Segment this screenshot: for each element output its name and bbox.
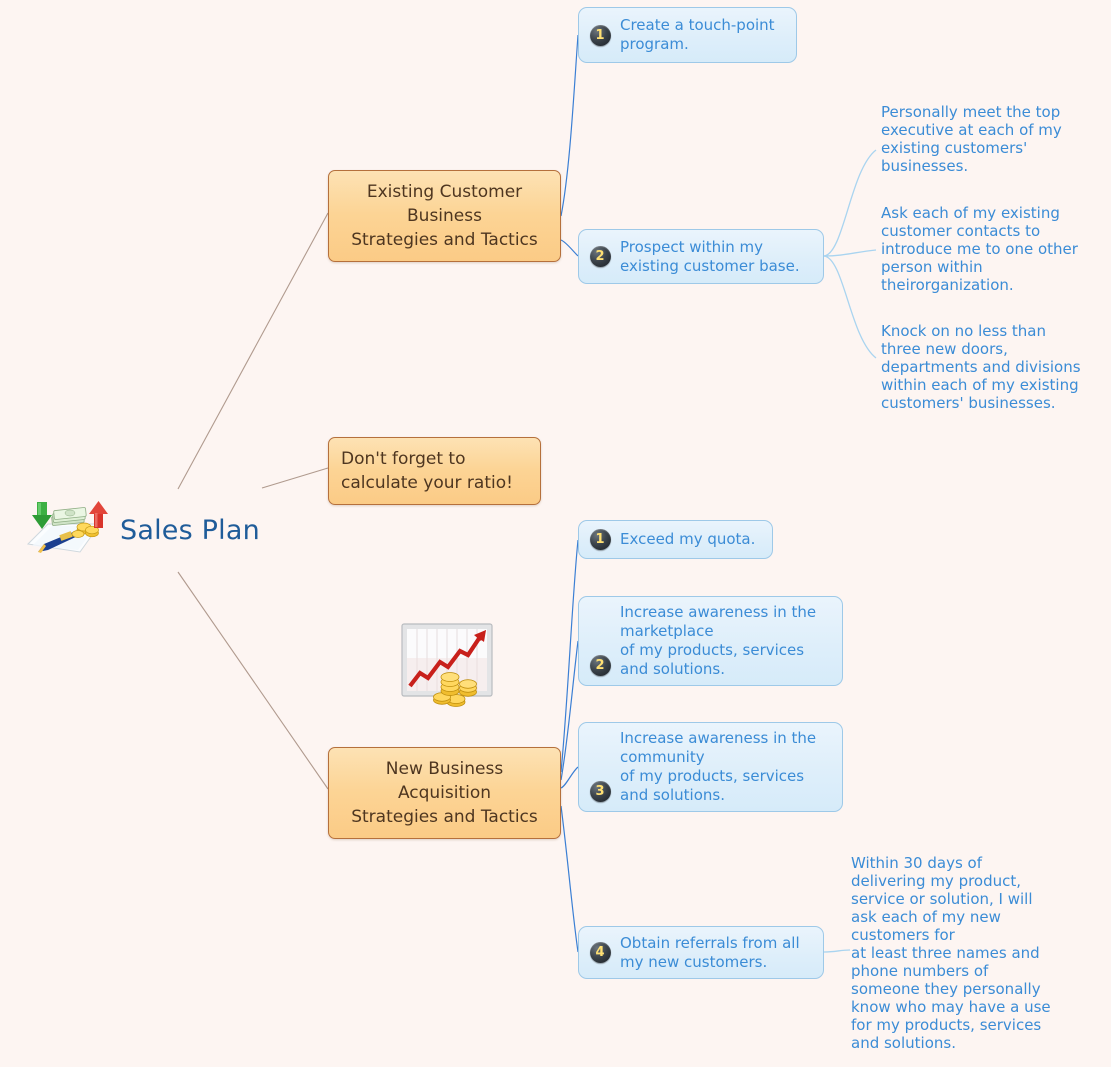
note-node-calculate-ratio[interactable]: Don't forget to calculate your ratio!	[328, 437, 541, 505]
badge-wrap: 1	[587, 528, 613, 551]
number-badge-4: 4	[589, 942, 611, 963]
leaf-text-knock-doors: Knock on no less than three new doors, d…	[881, 322, 1081, 412]
link-child2-to-leaf-2	[823, 249, 877, 257]
link-child2-to-leaf-3	[823, 255, 877, 359]
mindmap-canvas: Sales Plan Existing Customer Business St…	[0, 0, 1111, 1067]
sub-node-text: Obtain referrals from all my new custome…	[620, 933, 800, 971]
leaf-text-personally-meet: Personally meet the top executive at eac…	[881, 103, 1062, 175]
number-badge-1: 1	[589, 24, 611, 46]
sub-node-create-touchpoint[interactable]: 1 Create a touch-point program.	[578, 7, 797, 63]
link-child4-to-referral-detail	[823, 949, 851, 953]
number-badge-1: 1	[589, 529, 611, 550]
sub-node-exceed-quota[interactable]: 1 Exceed my quota.	[578, 520, 773, 559]
growth-chart-coins-icon	[398, 618, 496, 710]
root-node[interactable]: Sales Plan	[22, 500, 260, 560]
link-existing-to-child-1	[560, 34, 579, 217]
link-existing-to-child-2	[560, 239, 579, 257]
number-badge-3: 3	[589, 781, 611, 802]
badge-wrap: 2	[587, 237, 613, 276]
sub-node-text: Increase awareness in the community of m…	[620, 729, 817, 804]
sub-node-awareness-community[interactable]: 3 Increase awareness in the community of…	[578, 722, 843, 812]
leaf-text-ask-contacts: Ask each of my existing customer contact…	[881, 204, 1078, 294]
money-pen-arrows-icon	[22, 500, 112, 560]
link-child2-to-leaf-1	[823, 149, 877, 257]
sub-node-obtain-referrals[interactable]: 4 Obtain referrals from all my new custo…	[578, 926, 824, 979]
branch-node-new-business[interactable]: New Business Acquisition Strategies and …	[328, 747, 561, 839]
sub-node-prospect-existing-base[interactable]: 2 Prospect within my existing customer b…	[578, 229, 824, 284]
badge-wrap: 3	[587, 730, 613, 804]
leaf-text-referral-detail: Within 30 days of delivering my product,…	[851, 854, 1051, 1052]
sub-node-text: Increase awareness in the marketplace of…	[620, 603, 817, 678]
sub-node-awareness-marketplace[interactable]: 2 Increase awareness in the marketplace …	[578, 596, 843, 686]
number-badge-2: 2	[589, 246, 611, 267]
badge-wrap: 1	[587, 15, 613, 55]
link-root-to-existing	[177, 212, 329, 490]
badge-wrap: 2	[587, 604, 613, 678]
note-text: Don't forget to calculate your ratio!	[341, 449, 513, 493]
link-newbusiness-to-child-4	[560, 805, 579, 953]
link-newbusiness-to-child-1	[560, 539, 579, 773]
link-root-to-newbusiness	[177, 571, 329, 790]
sub-node-text: Exceed my quota.	[620, 530, 756, 548]
link-newbusiness-to-child-3	[560, 766, 579, 789]
link-root-to-note	[261, 467, 329, 489]
branch-title-new-business: New Business Acquisition Strategies and …	[351, 759, 538, 827]
root-label: Sales Plan	[120, 514, 260, 546]
branch-node-existing-customer[interactable]: Existing Customer Business Strategies an…	[328, 170, 561, 262]
sub-node-text: Prospect within my existing customer bas…	[620, 237, 800, 275]
badge-wrap: 4	[587, 934, 613, 971]
sub-node-text: Create a touch-point program.	[620, 16, 775, 53]
number-badge-2: 2	[589, 655, 611, 676]
branch-title-existing-customer: Existing Customer Business Strategies an…	[351, 182, 538, 250]
link-newbusiness-to-child-2	[560, 640, 579, 781]
